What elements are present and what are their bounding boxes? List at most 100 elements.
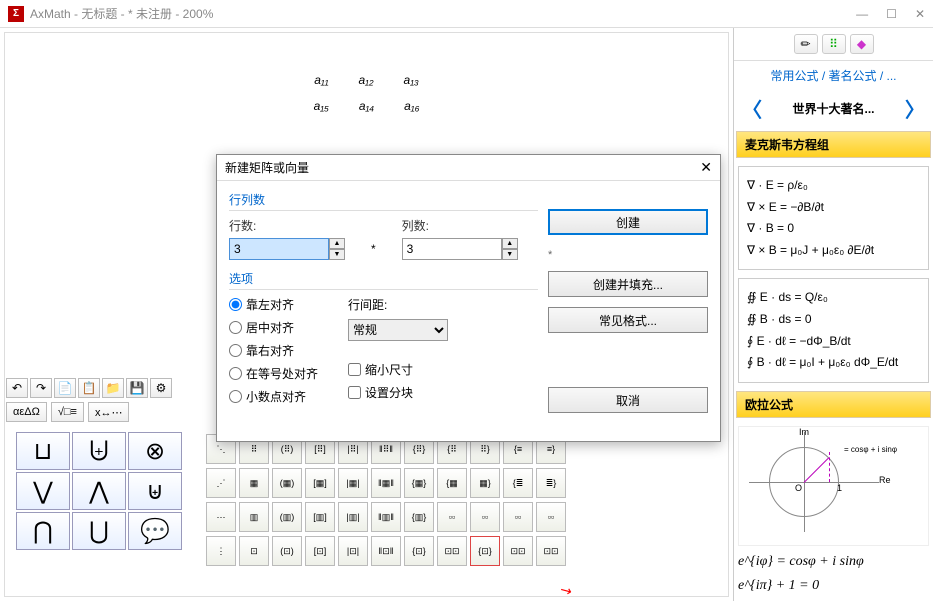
symbol-cell[interactable]: ⊎: [128, 472, 182, 510]
open-button[interactable]: 📁: [102, 378, 124, 398]
tab-arrows[interactable]: x↔⋯: [88, 402, 130, 422]
palette-cell[interactable]: ⊡⊡: [437, 536, 467, 566]
tab-greek[interactable]: αεΔΩ: [6, 402, 47, 422]
symbol-cell[interactable]: ⋀: [72, 472, 126, 510]
matrix-cell[interactable]: a₁₅: [314, 99, 329, 113]
matrix-cell[interactable]: a₁₆: [404, 99, 419, 113]
maxwell-integral[interactable]: ∯ E · ds = Q/ε₀ ∯ B · ds = 0 ∮ E · dℓ = …: [738, 278, 929, 382]
minimize-button[interactable]: —: [856, 7, 868, 21]
section-maxwell[interactable]: 麦克斯韦方程组: [736, 131, 931, 158]
euler-diagram[interactable]: Im Re O 1 = cosφ + i sinφ: [738, 426, 929, 546]
section-euler[interactable]: 欧拉公式: [736, 391, 931, 418]
palette-cell[interactable]: {▦: [437, 468, 467, 498]
create-fill-button[interactable]: 创建并填充...: [548, 271, 708, 297]
palette-cell[interactable]: ▫▫: [470, 502, 500, 532]
palette-cell[interactable]: ▫▫: [536, 502, 566, 532]
maxwell-differential[interactable]: ∇ · E = ρ/ε₀ ∇ × E = −∂B/∂t ∇ · B = 0 ∇ …: [738, 166, 929, 270]
shrink-checkbox[interactable]: 缩小尺寸: [348, 361, 448, 378]
euler-equation-2[interactable]: e^{iπ} + 1 = 0: [734, 574, 933, 598]
symbol-cell[interactable]: ⋃: [72, 512, 126, 550]
matrix-palette: ⋱ ⠿ (⠿) [⠿] |⠿| ‖⠿‖ {⠿} {⠿ ⠿} {≡ ≡} ⋰ ▦ …: [200, 432, 717, 568]
align-left-radio[interactable]: 靠左对齐: [229, 296, 318, 313]
palette-cell[interactable]: ⊡: [239, 536, 269, 566]
common-format-button[interactable]: 常见格式...: [548, 307, 708, 333]
cols-up[interactable]: ▲: [502, 238, 518, 249]
matrix-cell[interactable]: a₁₂: [358, 73, 373, 87]
symbol-cell[interactable]: ⊔: [16, 432, 70, 470]
create-button[interactable]: 创建: [548, 209, 708, 235]
symbol-cell[interactable]: ⊗: [128, 432, 182, 470]
symbol-grid: ⊔ ⨄ ⊗ ⋁ ⋀ ⊎ ⋂ ⋃ 💬: [16, 432, 184, 550]
cols-input[interactable]: [402, 238, 502, 260]
chevron-right-icon[interactable]: 〉: [905, 94, 925, 123]
symbol-cell[interactable]: 💬: [128, 512, 182, 550]
cols-down[interactable]: ▼: [502, 249, 518, 260]
cancel-button[interactable]: 取消: [548, 387, 708, 413]
chevron-left-icon[interactable]: 〈: [742, 94, 762, 123]
palette-cell[interactable]: ▥: [239, 502, 269, 532]
palette-cell[interactable]: [▥]: [305, 502, 335, 532]
rows-down[interactable]: ▼: [329, 249, 345, 260]
symbol-cell[interactable]: ⋂: [16, 512, 70, 550]
tab-operators[interactable]: √□≡: [51, 402, 84, 422]
palette-cell[interactable]: {≣: [503, 468, 533, 498]
palette-cell[interactable]: ▫▫: [503, 502, 533, 532]
align-equals-radio[interactable]: 在等号处对齐: [229, 365, 318, 382]
palette-cell[interactable]: ⋰: [206, 468, 236, 498]
palette-cell[interactable]: ▫▫: [437, 502, 467, 532]
palette-cell[interactable]: (▦): [272, 468, 302, 498]
matrix-content: a₁₁ a₁₂ a₁₃ a₁₅ a₁₄ a₁₆: [5, 73, 728, 113]
sidebar-category[interactable]: 〈 世界十大著名... 〉: [734, 90, 933, 127]
palette-cell[interactable]: ⊡⊡: [536, 536, 566, 566]
new-button[interactable]: 📄: [54, 378, 76, 398]
palette-cell[interactable]: ▦: [239, 468, 269, 498]
palette-cell[interactable]: ⋮: [206, 536, 236, 566]
palette-cell[interactable]: ⊡⊡: [503, 536, 533, 566]
palette-cell[interactable]: |▦|: [338, 468, 368, 498]
row-gap-select[interactable]: 常规: [348, 319, 448, 341]
close-button[interactable]: ✕: [915, 7, 925, 21]
palette-cell[interactable]: |⊡|: [338, 536, 368, 566]
matrix-cell[interactable]: a₁₃: [404, 73, 419, 87]
maximize-button[interactable]: ☐: [886, 7, 897, 21]
undo-button[interactable]: ↶: [6, 378, 28, 398]
dialog-close-button[interactable]: ✕: [700, 159, 712, 176]
palette-cell[interactable]: ⋯: [206, 502, 236, 532]
symbol-cell[interactable]: ⋁: [16, 472, 70, 510]
sidebar-category-title: 世界十大著名...: [792, 100, 874, 117]
multiply-label: *: [371, 242, 376, 256]
palette-cell[interactable]: (⊡): [272, 536, 302, 566]
matrix-cell[interactable]: a₁₁: [314, 73, 328, 87]
rows-input[interactable]: [229, 238, 329, 260]
palette-cell[interactable]: ‖▦‖: [371, 468, 401, 498]
palette-cell[interactable]: [⊡]: [305, 536, 335, 566]
block-checkbox[interactable]: 设置分块: [348, 384, 448, 401]
sidebar-tool-grid[interactable]: ⠿: [822, 34, 846, 54]
sidebar-breadcrumb[interactable]: 常用公式 / 著名公式 / ...: [734, 61, 933, 90]
matrix-cell[interactable]: a₁₄: [359, 99, 374, 113]
palette-cell[interactable]: (▥): [272, 502, 302, 532]
align-right-radio[interactable]: 靠右对齐: [229, 342, 318, 359]
palette-cell[interactable]: {⊡}: [470, 536, 500, 566]
redo-button[interactable]: ↷: [30, 378, 52, 398]
sidebar-tool-tag[interactable]: ◆: [850, 34, 874, 54]
palette-cell[interactable]: ▦}: [470, 468, 500, 498]
settings-button[interactable]: ⚙: [150, 378, 172, 398]
sidebar-tool-eraser[interactable]: ✏: [794, 34, 818, 54]
palette-cell[interactable]: {⊡}: [404, 536, 434, 566]
align-decimal-radio[interactable]: 小数点对齐: [229, 388, 318, 405]
palette-cell[interactable]: {▦}: [404, 468, 434, 498]
palette-cell[interactable]: ‖▥‖: [371, 502, 401, 532]
window-title: AxMath - 无标题 - * 未注册 - 200%: [30, 5, 856, 22]
palette-cell[interactable]: ‖⊡‖: [371, 536, 401, 566]
save-button[interactable]: 💾: [126, 378, 148, 398]
palette-cell[interactable]: [▦]: [305, 468, 335, 498]
symbol-cell[interactable]: ⨄: [72, 432, 126, 470]
copy-button[interactable]: 📋: [78, 378, 100, 398]
rows-up[interactable]: ▲: [329, 238, 345, 249]
palette-cell[interactable]: {▥}: [404, 502, 434, 532]
palette-cell[interactable]: ≣}: [536, 468, 566, 498]
palette-cell[interactable]: |▥|: [338, 502, 368, 532]
align-center-radio[interactable]: 居中对齐: [229, 319, 318, 336]
euler-equation-1[interactable]: e^{iφ} = cosφ + i sinφ: [734, 550, 933, 574]
